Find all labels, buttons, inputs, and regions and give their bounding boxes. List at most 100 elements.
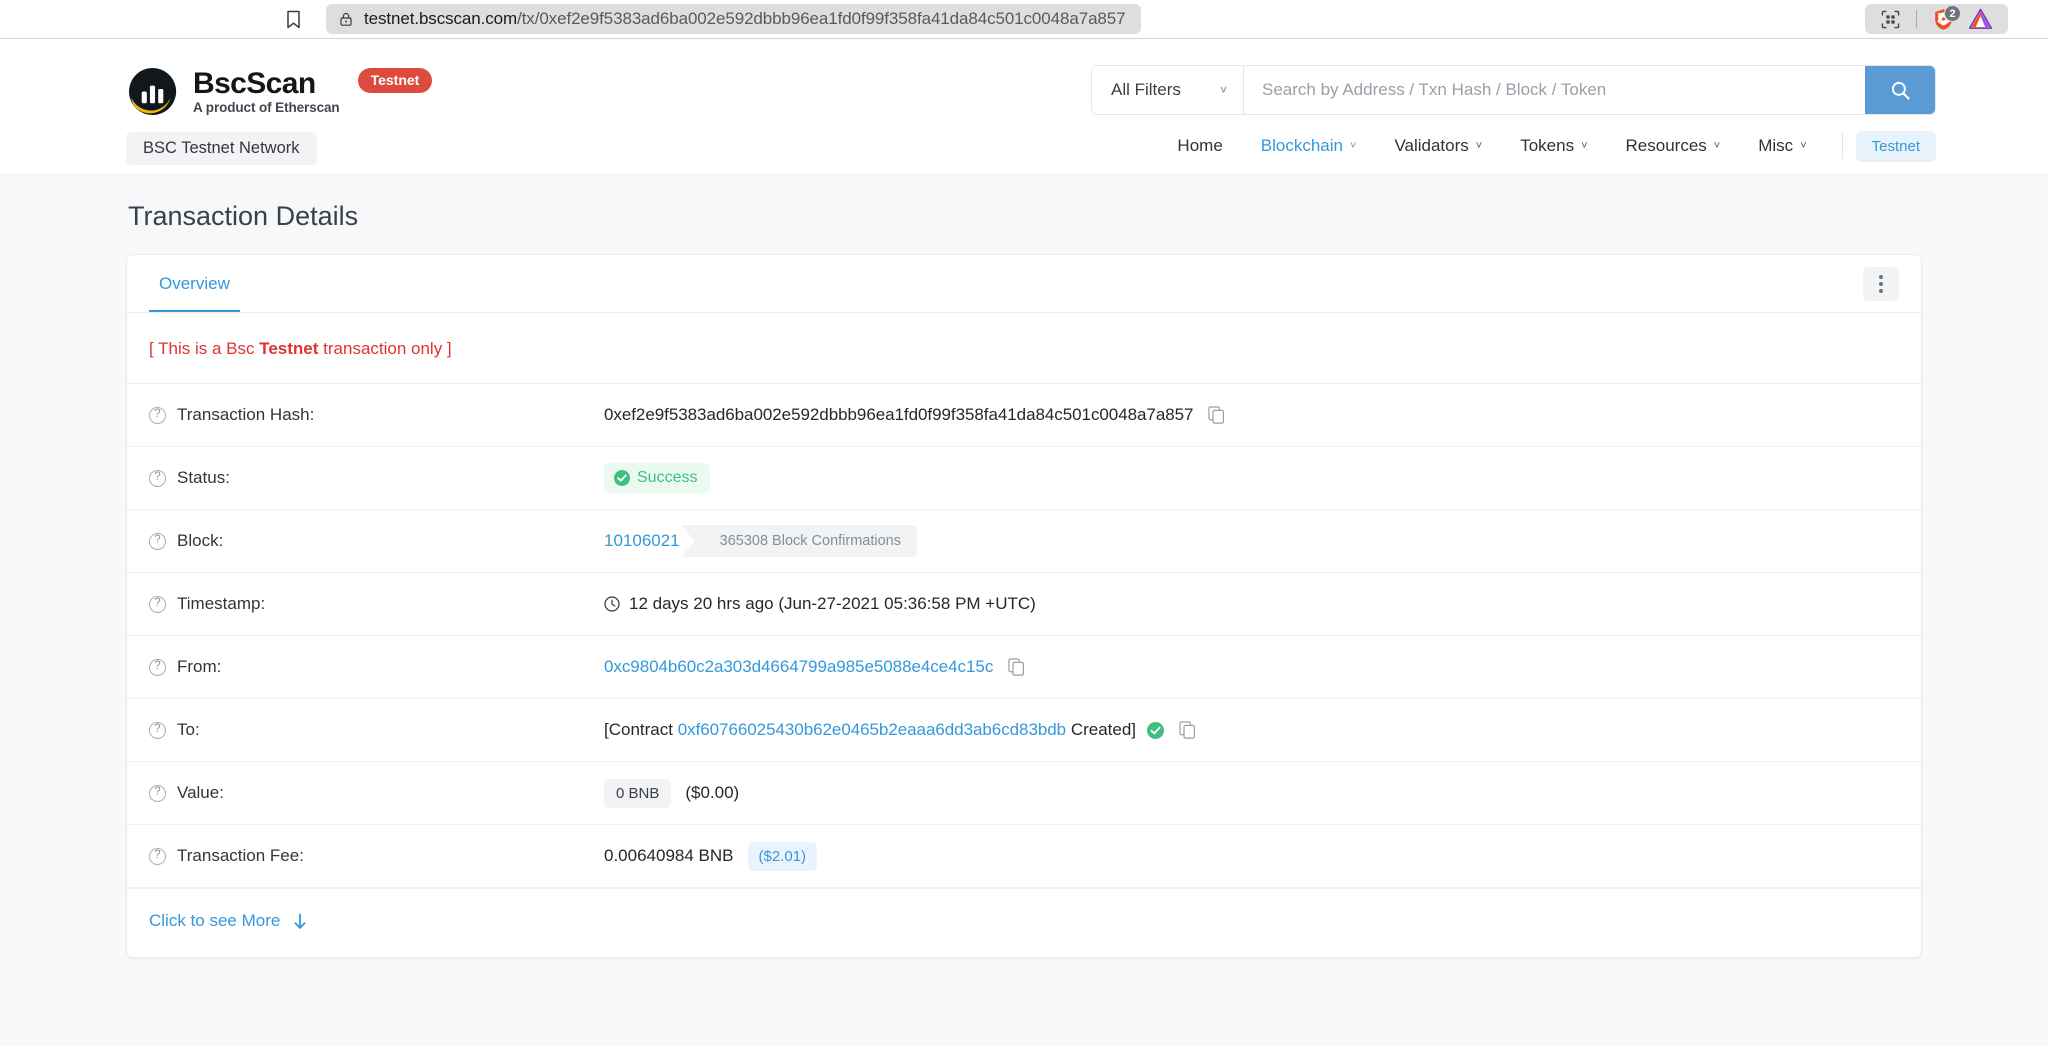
see-more-button[interactable]: Click to see More — [149, 911, 307, 931]
brand-name: BscScan — [193, 68, 340, 100]
table-row: ? Block: 10106021 365308 Block Confirmat… — [127, 510, 1921, 573]
row-value-to: [Contract 0xf60766025430b62e0465b2eaaa6d… — [604, 720, 1196, 740]
timestamp-value: 12 days 20 hrs ago (Jun-27-2021 05:36:58… — [629, 594, 1036, 614]
card-tab-bar: Overview — [127, 255, 1921, 313]
row-label-from: ? From: — [149, 657, 604, 677]
block-number-link[interactable]: 10106021 — [604, 531, 680, 551]
status-text: Success — [637, 469, 697, 487]
bookmark-icon[interactable] — [282, 8, 304, 30]
table-row: ? Transaction Fee: 0.00640984 BNB ($2.01… — [127, 825, 1921, 888]
label-text: Block: — [177, 531, 223, 551]
chevron-down-icon: ˅ — [1800, 140, 1806, 152]
notice-prefix: [ This is a Bsc — [149, 339, 259, 358]
lock-icon — [340, 12, 353, 27]
table-row: ? Timestamp: 12 days 20 hrs ago (Jun-27-… — [127, 573, 1921, 636]
copy-icon[interactable] — [1008, 658, 1025, 676]
nav-divider — [1842, 133, 1843, 159]
brave-shields-lion-icon[interactable]: 2 — [1928, 6, 1958, 32]
row-label-fee: ? Transaction Fee: — [149, 846, 604, 866]
see-more-label: Click to see More — [149, 911, 280, 931]
row-label-to: ? To: — [149, 720, 604, 740]
help-icon[interactable]: ? — [149, 848, 166, 865]
row-value-status: Success — [604, 463, 710, 493]
table-row: ? From: 0xc9804b60c2a303d4664799a985e508… — [127, 636, 1921, 699]
row-value-value: 0 BNB ($0.00) — [604, 779, 739, 808]
address-bar-text: testnet.bscscan.com/tx/0xef2e9f5383ad6ba… — [364, 9, 1125, 29]
row-value-timestamp: 12 days 20 hrs ago (Jun-27-2021 05:36:58… — [604, 594, 1036, 614]
testnet-notice: [ This is a Bsc Testnet transaction only… — [127, 313, 1921, 384]
table-row: ? Status: Success — [127, 447, 1921, 510]
kebab-dot — [1879, 275, 1883, 279]
label-text: To: — [177, 720, 200, 740]
nav-item-tokens[interactable]: Tokens ˅ — [1501, 130, 1606, 162]
nav-item-blockchain[interactable]: Blockchain ˅ — [1242, 130, 1376, 162]
help-icon[interactable]: ? — [149, 470, 166, 487]
help-icon[interactable]: ? — [149, 533, 166, 550]
status-badge: Success — [604, 463, 710, 493]
help-icon[interactable]: ? — [149, 596, 166, 613]
fee-amount: 0.00640984 BNB — [604, 846, 734, 866]
search-bar: All Filters ˅ — [1091, 65, 1936, 115]
label-text: Transaction Fee: — [177, 846, 304, 866]
copy-icon[interactable] — [1179, 721, 1196, 739]
kebab-dot — [1879, 282, 1883, 286]
nav-label-tokens: Tokens — [1520, 136, 1574, 156]
tab-overview[interactable]: Overview — [149, 257, 240, 311]
brave-bat-triangle-icon[interactable] — [1964, 6, 1996, 32]
fee-fiat-badge: ($2.01) — [748, 842, 818, 871]
search-input[interactable] — [1244, 66, 1865, 114]
url-host: testnet.bscscan.com — [364, 9, 517, 28]
search-filter-dropdown[interactable]: All Filters ˅ — [1092, 66, 1244, 114]
value-fiat: ($0.00) — [685, 783, 739, 803]
url-path: /tx/0xef2e9f5383ad6ba002e592dbbb96ea1fd0… — [517, 9, 1125, 28]
network-switch-button[interactable]: Testnet — [1856, 131, 1936, 162]
clock-icon — [604, 596, 620, 612]
help-icon[interactable]: ? — [149, 407, 166, 424]
nav-label-home: Home — [1177, 136, 1222, 156]
chevron-down-icon: ˅ — [1350, 140, 1356, 152]
label-text: Value: — [177, 783, 224, 803]
card-footer: Click to see More — [127, 888, 1921, 957]
nav-item-validators[interactable]: Validators ˅ — [1375, 130, 1501, 162]
row-label-value: ? Value: — [149, 783, 604, 803]
label-text: From: — [177, 657, 221, 677]
bscscan-logo-icon[interactable] — [126, 65, 179, 118]
qr-code-icon[interactable] — [1875, 7, 1905, 31]
network-chip[interactable]: BSC Testnet Network — [126, 132, 317, 165]
transaction-overview-card: Overview [ This is a Bsc Testnet transac… — [126, 254, 1922, 958]
value-amount-badge: 0 BNB — [604, 779, 671, 808]
row-value-fee: 0.00640984 BNB ($2.01) — [604, 842, 817, 871]
nav-item-misc[interactable]: Misc ˅ — [1739, 130, 1825, 162]
browser-toolbar: testnet.bscscan.com/tx/0xef2e9f5383ad6ba… — [0, 0, 2048, 38]
help-icon[interactable]: ? — [149, 659, 166, 676]
copy-icon[interactable] — [1208, 406, 1225, 424]
row-value-block: 10106021 365308 Block Confirmations — [604, 525, 917, 557]
label-text: Transaction Hash: — [177, 405, 314, 425]
label-text: Timestamp: — [177, 594, 265, 614]
row-value-txn-hash: 0xef2e9f5383ad6ba002e592dbbb96ea1fd0f99f… — [604, 405, 1225, 425]
nav-label-blockchain: Blockchain — [1261, 136, 1343, 156]
page-title: Transaction Details — [126, 173, 1922, 254]
more-options-icon[interactable] — [1863, 267, 1899, 301]
block-confirmations-badge: 365308 Block Confirmations — [694, 525, 917, 557]
brand-column: BscScan A product of Etherscan Testnet B… — [126, 39, 432, 165]
nav-item-home[interactable]: Home — [1158, 130, 1241, 162]
nav-item-resources[interactable]: Resources ˅ — [1607, 130, 1740, 162]
chevron-down-icon: ˅ — [1476, 140, 1482, 152]
testnet-badge: Testnet — [358, 68, 433, 93]
from-address-link[interactable]: 0xc9804b60c2a303d4664799a985e5088e4ce4c1… — [604, 657, 993, 677]
shields-blocked-count: 2 — [1944, 5, 1961, 22]
brand-subtitle: A product of Etherscan — [193, 100, 340, 115]
search-button[interactable] — [1865, 66, 1935, 114]
address-bar[interactable]: testnet.bscscan.com/tx/0xef2e9f5383ad6ba… — [326, 4, 1141, 34]
contract-prefix: [Contract — [604, 720, 673, 740]
page-body: Transaction Details Overview [ This is a… — [0, 173, 2048, 1046]
browser-extension-toolbar: 2 — [1865, 4, 2008, 34]
table-row: ? Transaction Hash: 0xef2e9f5383ad6ba002… — [127, 384, 1921, 447]
row-label-txn-hash: ? Transaction Hash: — [149, 405, 604, 425]
contract-suffix: Created] — [1071, 720, 1136, 740]
help-icon[interactable]: ? — [149, 785, 166, 802]
row-label-timestamp: ? Timestamp: — [149, 594, 604, 614]
help-icon[interactable]: ? — [149, 722, 166, 739]
contract-address-link[interactable]: 0xf60766025430b62e0465b2eaaa6dd3ab6cd83b… — [678, 720, 1066, 740]
